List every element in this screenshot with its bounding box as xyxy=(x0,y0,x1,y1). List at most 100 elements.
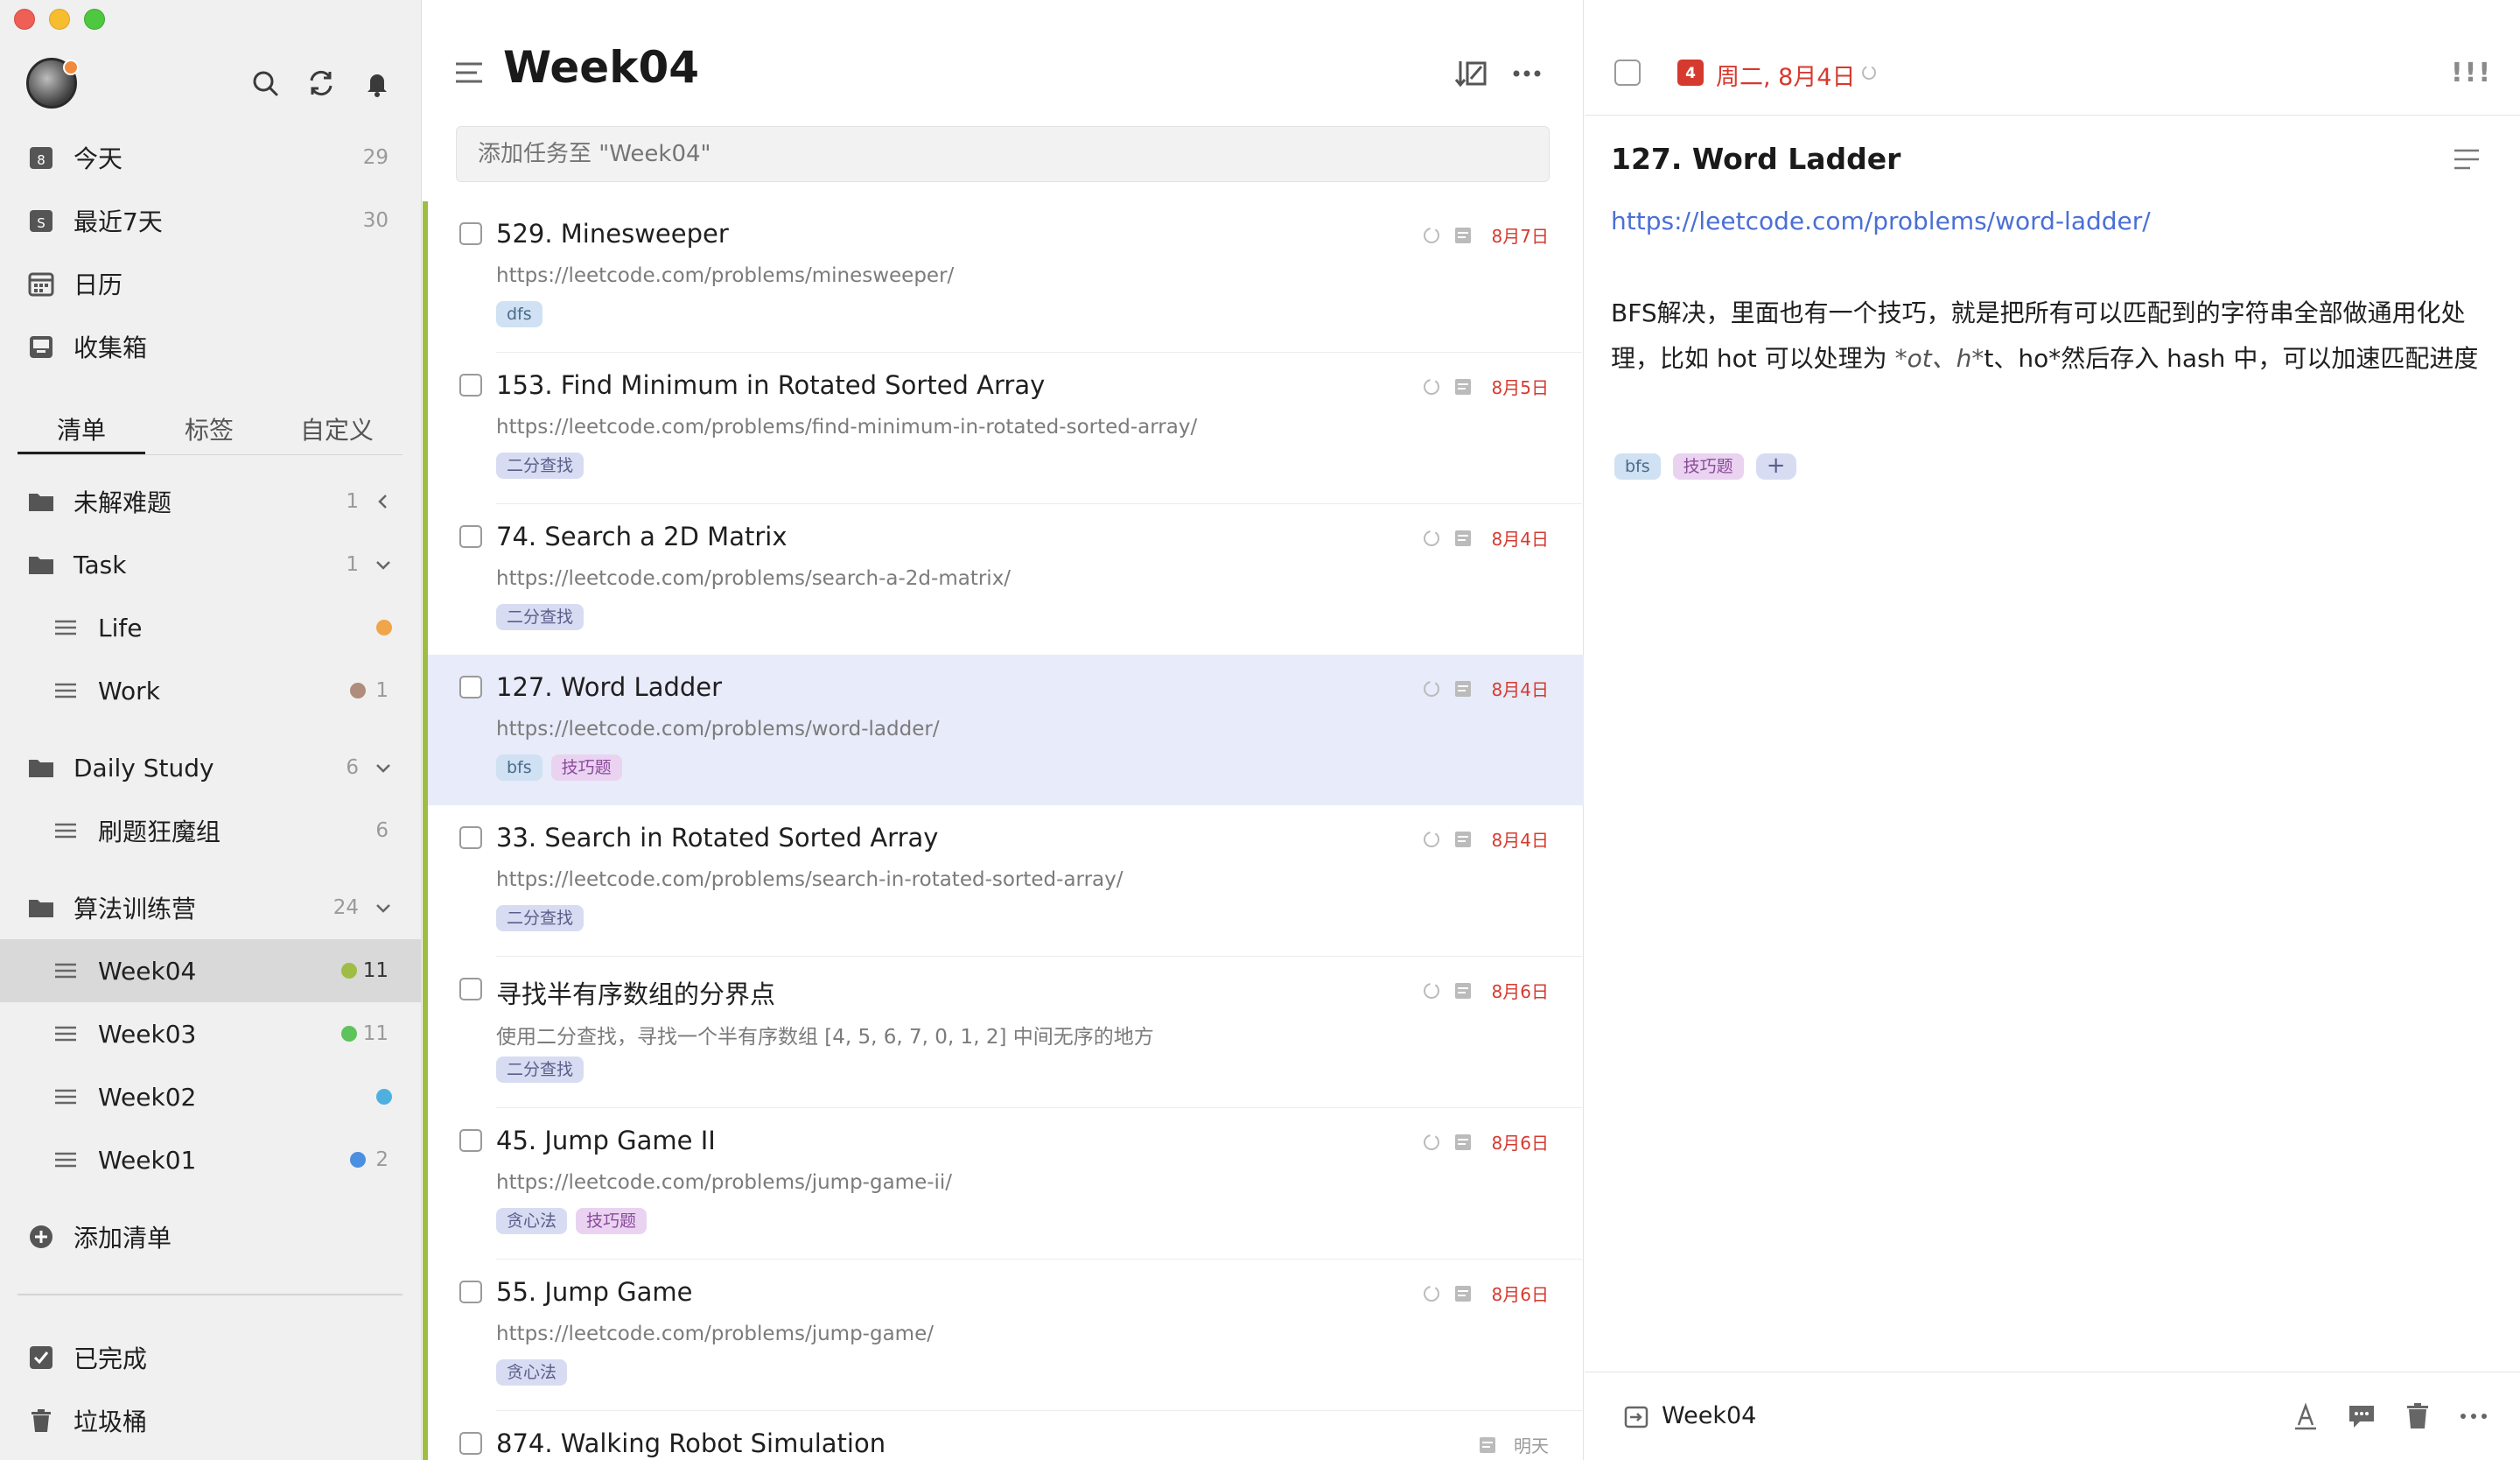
sidebar-item-today[interactable]: 8 今天 29 xyxy=(0,126,422,189)
task-subtitle: 使用二分查找，寻找一个半有序数组 [4, 5, 6, 7, 0, 1, 2] 中… xyxy=(496,1026,1154,1049)
task-checkbox[interactable] xyxy=(459,525,482,548)
task-checkbox[interactable] xyxy=(459,222,482,245)
text-format-icon[interactable] xyxy=(2290,1400,2321,1432)
count-badge: 6 xyxy=(375,819,388,842)
sidebar-item-completed[interactable]: 已完成 xyxy=(0,1326,422,1389)
tab-tags[interactable]: 标签 xyxy=(145,404,273,457)
sidebar-item-label: 垃圾桶 xyxy=(74,1407,148,1436)
close-window-button[interactable] xyxy=(14,9,35,30)
tag-dfs[interactable]: dfs xyxy=(496,301,542,327)
menu-icon[interactable] xyxy=(454,60,484,86)
folder-daily-study[interactable]: Daily Study 6 xyxy=(0,736,422,799)
task-row[interactable]: 153. Find Minimum in Rotated Sorted Arra… xyxy=(428,353,1584,503)
chevron-down-icon[interactable] xyxy=(373,554,394,575)
count-badge: 1 xyxy=(346,553,359,576)
sidebar-item-work[interactable]: Work 1 xyxy=(0,659,422,722)
count-badge: 30 xyxy=(362,209,388,232)
task-subtitle: https://leetcode.com/problems/minesweepe… xyxy=(496,264,955,287)
folder-unsolved[interactable]: 未解难题 1 xyxy=(0,470,422,533)
tag-trick[interactable]: 技巧题 xyxy=(1672,453,1744,480)
note-icon xyxy=(1455,681,1471,697)
calendar-icon xyxy=(28,272,54,297)
detail-list-name[interactable]: Week04 xyxy=(1662,1402,1756,1429)
note-icon xyxy=(1455,1286,1471,1302)
tag-binary-search[interactable]: 二分查找 xyxy=(496,1056,584,1083)
chevron-down-icon[interactable] xyxy=(373,897,394,918)
sidebar-item-inbox[interactable]: 收集箱 xyxy=(0,315,422,378)
tab-custom[interactable]: 自定义 xyxy=(273,404,401,457)
task-row-selected[interactable]: 127. Word Ladder https://leetcode.com/pr… xyxy=(428,655,1584,805)
task-row[interactable]: 55. Jump Game https://leetcode.com/probl… xyxy=(428,1260,1584,1410)
add-list-button[interactable]: 添加清单 xyxy=(0,1205,422,1268)
task-checkbox[interactable] xyxy=(459,676,482,698)
search-icon[interactable] xyxy=(250,68,280,98)
task-subtitle: https://leetcode.com/problems/jump-game-… xyxy=(496,1171,953,1194)
add-task-input[interactable] xyxy=(456,126,1550,182)
tag-binary-search[interactable]: 二分查找 xyxy=(496,905,584,931)
sidebar-item-trash[interactable]: 垃圾桶 xyxy=(0,1389,422,1452)
sidebar-item-life[interactable]: Life xyxy=(0,596,422,659)
sidebar-item-week02[interactable]: Week02 xyxy=(0,1065,422,1128)
sidebar-item-label: Life xyxy=(98,613,143,642)
task-checkbox[interactable] xyxy=(459,1432,482,1455)
minimize-window-button[interactable] xyxy=(49,9,70,30)
detail-checkbox[interactable] xyxy=(1614,60,1641,86)
svg-text:8: 8 xyxy=(37,152,46,168)
tag-bfs[interactable]: bfs xyxy=(1614,453,1661,480)
text-lines-icon[interactable] xyxy=(2453,147,2481,172)
move-to-list-icon[interactable] xyxy=(1623,1404,1649,1430)
sync-icon[interactable] xyxy=(306,68,336,98)
task-row[interactable]: 45. Jump Game II https://leetcode.com/pr… xyxy=(428,1108,1584,1259)
sidebar-item-calendar[interactable]: 日历 xyxy=(0,252,422,315)
repeat-icon[interactable] xyxy=(1859,63,1879,82)
sidebar-item-label: Week04 xyxy=(98,956,197,986)
tag-binary-search[interactable]: 二分查找 xyxy=(496,604,584,630)
tag-greedy[interactable]: 贪心法 xyxy=(496,1359,568,1386)
trash-icon xyxy=(32,1409,51,1432)
sort-icon[interactable] xyxy=(1453,56,1488,91)
detail-link[interactable]: https://leetcode.com/problems/word-ladde… xyxy=(1611,207,2151,235)
sidebar-item-week03[interactable]: Week03 11 xyxy=(0,1002,422,1065)
task-row[interactable]: 33. Search in Rotated Sorted Array https… xyxy=(428,805,1584,956)
chevron-down-icon[interactable] xyxy=(373,757,394,778)
sidebar-item-week04[interactable]: Week04 11 xyxy=(0,939,422,1002)
tag-binary-search[interactable]: 二分查找 xyxy=(496,453,584,479)
tag-trick[interactable]: 技巧题 xyxy=(576,1208,648,1234)
detail-title[interactable]: 127. Word Ladder xyxy=(1611,142,1900,176)
list-color-dot xyxy=(376,620,392,635)
task-checkbox[interactable] xyxy=(459,978,482,1000)
tag-bfs[interactable]: bfs xyxy=(496,755,542,781)
task-checkbox[interactable] xyxy=(459,1129,482,1152)
task-checkbox[interactable] xyxy=(459,1281,482,1303)
task-checkbox[interactable] xyxy=(459,374,482,397)
trash-icon[interactable] xyxy=(2402,1400,2433,1432)
tab-lists[interactable]: 清单 xyxy=(18,404,145,457)
tag-greedy[interactable]: 贪心法 xyxy=(496,1208,568,1234)
sidebar-item-week01[interactable]: Week01 2 xyxy=(0,1128,422,1191)
task-checkbox[interactable] xyxy=(459,826,482,849)
task-row[interactable]: 74. Search a 2D Matrix https://leetcode.… xyxy=(428,504,1584,655)
task-row[interactable]: 529. Minesweeper https://leetcode.com/pr… xyxy=(428,201,1584,352)
detail-due-date[interactable]: 周二, 8月4日 xyxy=(1716,58,1856,92)
comment-icon[interactable] xyxy=(2346,1400,2377,1432)
folder-task[interactable]: Task 1 xyxy=(0,533,422,596)
task-row[interactable]: 874. Walking Robot Simulation 明天 xyxy=(428,1411,1584,1460)
add-tag-button[interactable]: + xyxy=(1755,453,1796,480)
due-date: 8月4日 xyxy=(1491,830,1549,851)
more-icon[interactable] xyxy=(1509,56,1544,91)
note-icon xyxy=(1455,983,1471,999)
sidebar-item-next7days[interactable]: S 最近7天 30 xyxy=(0,189,422,252)
maximize-window-button[interactable] xyxy=(84,9,105,30)
task-row[interactable]: 寻找半有序数组的分界点 使用二分查找，寻找一个半有序数组 [4, 5, 6, 7… xyxy=(428,957,1584,1107)
bell-icon[interactable] xyxy=(362,68,392,98)
tag-trick[interactable]: 技巧题 xyxy=(550,755,622,781)
calendar-badge-icon[interactable]: 4 xyxy=(1677,60,1704,86)
priority-button[interactable]: !!! xyxy=(2451,58,2492,88)
more-icon[interactable] xyxy=(2458,1400,2489,1432)
chevron-left-icon[interactable] xyxy=(373,491,394,512)
count-badge: 11 xyxy=(362,1022,388,1045)
detail-description[interactable]: BFS解决，里面也有一个技巧，就是把所有可以匹配到的字符串全部做通用化处 理，比… xyxy=(1611,291,2486,382)
sidebar-item-brush-group[interactable]: 刷题狂魔组 6 xyxy=(0,799,422,862)
list-icon xyxy=(55,1152,76,1168)
folder-algorithm-camp[interactable]: 算法训练营 24 xyxy=(0,876,422,939)
